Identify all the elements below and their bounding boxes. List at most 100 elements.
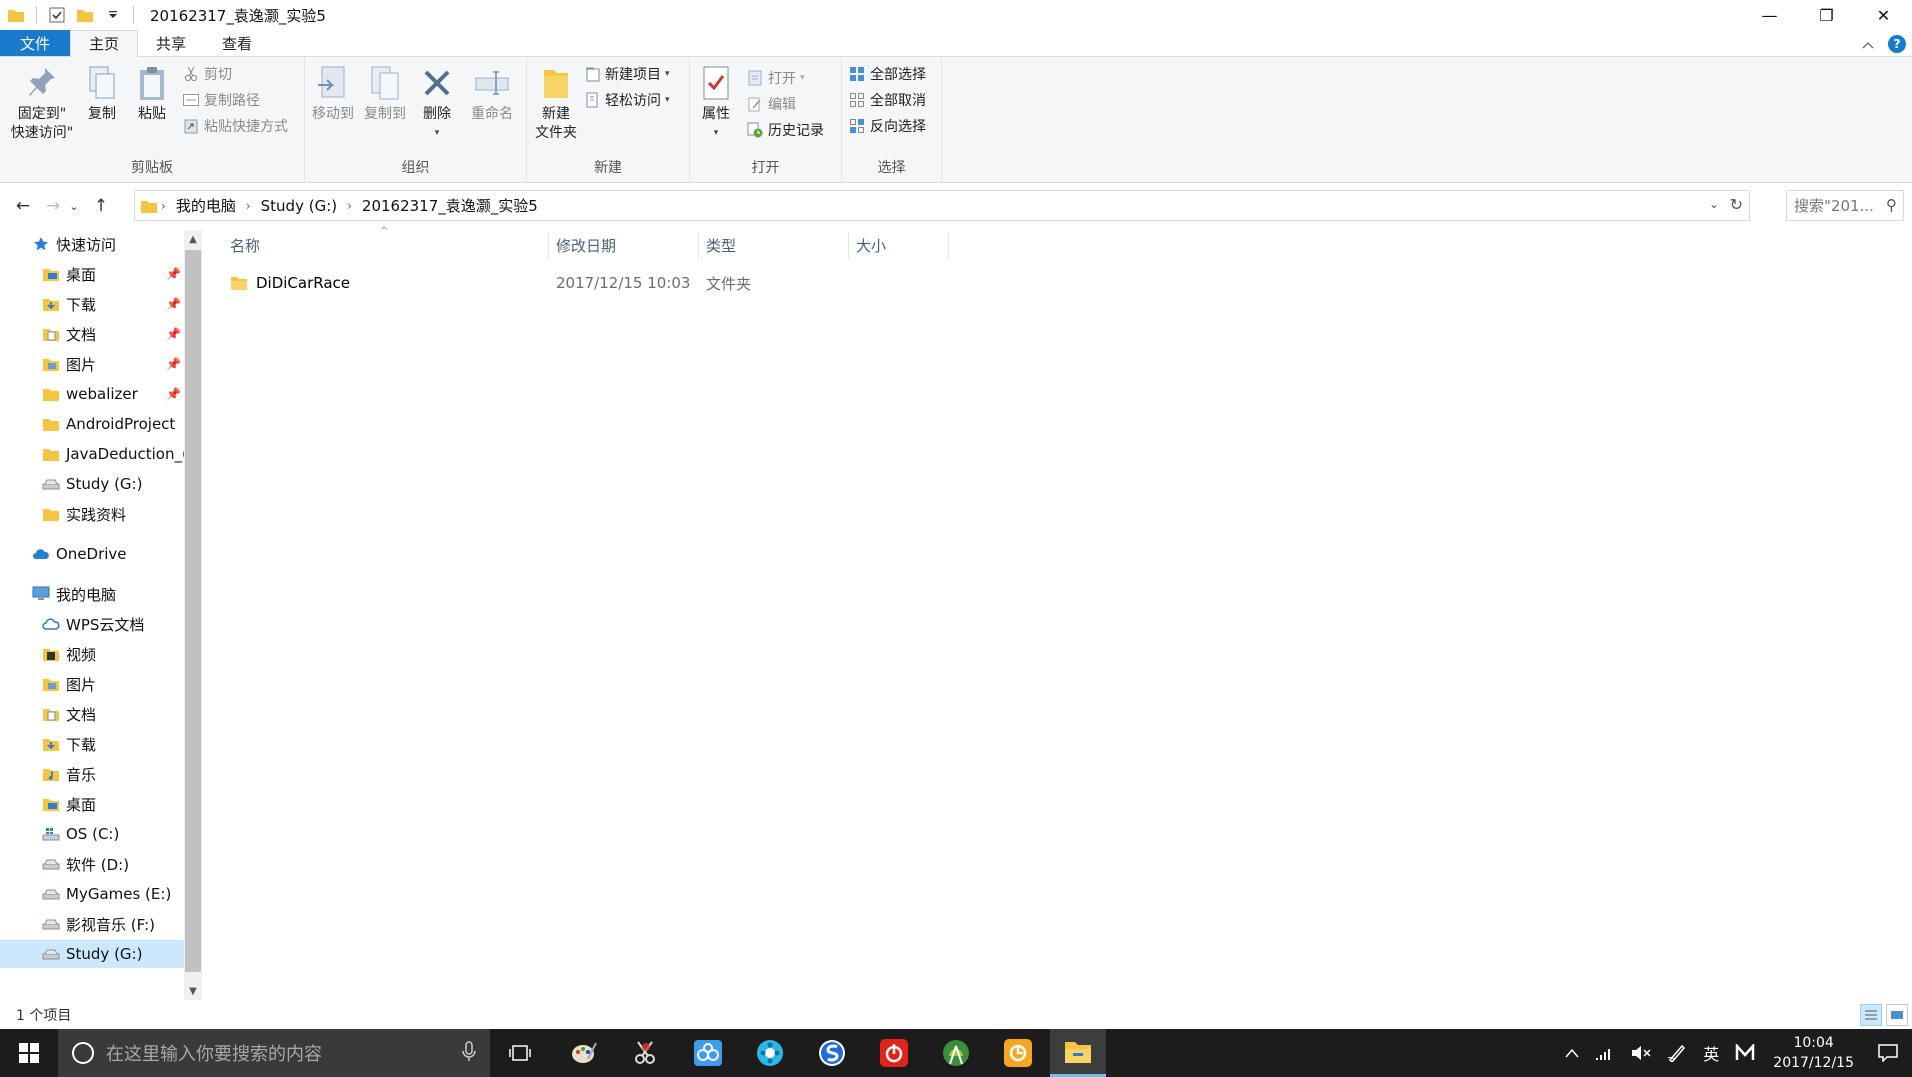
taskbar-app-snipping[interactable] — [618, 1029, 674, 1077]
nav-pc-drive-f[interactable]: 影视音乐 (F:) — [0, 910, 184, 938]
minimize-button[interactable]: — — [1741, 0, 1798, 30]
scroll-down-icon[interactable]: ▼ — [184, 982, 202, 1000]
nav-quick-pictures[interactable]: 图片 📌 — [0, 350, 184, 378]
copy-path-button[interactable]: 复制路径 — [182, 89, 260, 111]
action-center-button[interactable] — [1864, 1029, 1912, 1077]
start-button[interactable] — [0, 1029, 58, 1077]
file-row[interactable]: DiDiCarRace 2017/12/15 10:03 文件夹 — [224, 269, 1004, 297]
tab-file[interactable]: 文件 — [0, 30, 71, 56]
taskbar-app-file-explorer[interactable] — [1050, 1029, 1106, 1077]
breadcrumb-current-folder[interactable]: 20162317_袁逸灏_实验5 — [356, 195, 544, 216]
rename-button[interactable]: 重命名 — [465, 63, 519, 124]
nav-pc-pictures[interactable]: 图片 — [0, 670, 184, 698]
select-all-button[interactable]: 全部选择 — [848, 63, 926, 85]
column-header-size[interactable]: 大小 — [832, 228, 942, 262]
nav-quick-webalizer[interactable]: webalizer 📌 — [0, 380, 184, 408]
address-history-dropdown-icon[interactable]: ⌄ — [1709, 197, 1719, 211]
nav-quick-study-g[interactable]: Study (G:) — [0, 470, 184, 498]
clock[interactable]: 10:04 2017/12/15 — [1763, 1033, 1864, 1073]
taskbar-app-paint[interactable] — [556, 1029, 612, 1077]
nav-quick-access[interactable]: 快速访问 — [0, 230, 184, 258]
nav-onedrive[interactable]: OneDrive — [0, 540, 184, 568]
navigation-pane-scrollbar[interactable]: ▲ ▼ — [184, 230, 202, 1000]
history-button[interactable]: 历史记录 — [746, 119, 824, 141]
forward-button[interactable]: → — [40, 193, 66, 219]
pin-icon[interactable]: 📌 — [166, 327, 181, 341]
nav-quick-javadeduction[interactable]: JavaDeduction_( — [0, 440, 184, 468]
taskbar-search-input[interactable]: 在这里输入你要搜索的内容 — [58, 1029, 490, 1077]
nav-pc-videos[interactable]: 视频 — [0, 640, 184, 668]
delete-button[interactable]: 删除 ▾ — [417, 63, 457, 143]
taskbar-app-sogou[interactable] — [804, 1029, 860, 1077]
pin-icon[interactable]: 📌 — [166, 387, 181, 401]
paste-shortcut-button[interactable]: 粘贴快捷方式 — [182, 115, 288, 137]
tab-share[interactable]: 共享 — [138, 30, 204, 56]
pin-icon[interactable]: 📌 — [166, 267, 181, 281]
invert-selection-button[interactable]: 反向选择 — [848, 115, 926, 137]
large-icons-view-button[interactable] — [1886, 1004, 1908, 1026]
breadcrumb-drive-g[interactable]: Study (G:) — [255, 197, 343, 215]
breadcrumb-this-pc[interactable]: 我的电脑 — [170, 195, 242, 216]
pin-to-quick-access-button[interactable]: 固定到" 快速访问" — [6, 63, 78, 143]
address-bar[interactable]: › 我的电脑 › Study (G:) › 20162317_袁逸灏_实验5 ⌄… — [134, 190, 1750, 221]
nav-quick-downloads[interactable]: 下载 📌 — [0, 290, 184, 318]
copy-button[interactable]: 复制 — [82, 63, 122, 124]
up-button[interactable]: ↑ — [88, 193, 114, 219]
taskbar-app-video-player[interactable] — [742, 1029, 798, 1077]
chevron-right-icon[interactable]: › — [343, 199, 356, 213]
properties-dropdown-icon[interactable]: ▾ — [714, 124, 719, 143]
scrollbar-thumb[interactable] — [185, 250, 201, 972]
network-icon[interactable] — [1587, 1045, 1623, 1061]
search-input[interactable]: 搜索"201... ⚲ — [1786, 190, 1904, 221]
nav-pc-drive-e[interactable]: MyGames (E:) — [0, 880, 184, 908]
nav-pc-drive-g[interactable]: Study (G:) — [0, 940, 184, 968]
recent-locations-button[interactable]: ⌄ — [66, 193, 82, 219]
nav-pc-desktop[interactable]: 桌面 — [0, 790, 184, 818]
refresh-icon[interactable]: ↻ — [1730, 195, 1743, 214]
restore-button[interactable]: ❐ — [1798, 0, 1855, 30]
nav-pc-drive-d[interactable]: 软件 (D:) — [0, 850, 184, 878]
task-view-button[interactable] — [492, 1029, 548, 1077]
nav-pc-downloads[interactable]: 下载 — [0, 730, 184, 758]
new-item-button[interactable]: 新建项目 ▾ — [583, 63, 670, 85]
column-header-name[interactable]: 名称 — [206, 228, 548, 262]
pin-icon[interactable]: 📌 — [166, 357, 181, 371]
customize-dropdown-icon[interactable] — [103, 5, 123, 25]
paste-button[interactable]: 粘贴 — [132, 63, 172, 124]
show-hidden-icons-button[interactable] — [1557, 1048, 1587, 1058]
ime-mode-icon[interactable] — [1727, 1044, 1763, 1062]
nav-quick-androidproject[interactable]: AndroidProject — [0, 410, 184, 438]
taskbar-app-netease-music[interactable] — [866, 1029, 922, 1077]
cut-button[interactable]: 剪切 — [182, 63, 232, 85]
column-header-date[interactable]: 修改日期 — [532, 228, 682, 262]
pen-ink-icon[interactable] — [1659, 1044, 1695, 1062]
details-view-button[interactable] — [1860, 1004, 1882, 1026]
close-button[interactable]: ✕ — [1855, 0, 1912, 30]
easy-access-button[interactable]: 轻松访问 ▾ — [583, 89, 670, 111]
column-header-type[interactable]: 类型 — [682, 228, 832, 262]
properties-check-icon[interactable] — [47, 5, 67, 25]
microphone-icon[interactable] — [462, 1041, 476, 1068]
help-icon[interactable]: ? — [1888, 34, 1906, 53]
select-none-button[interactable]: 全部取消 — [848, 89, 926, 111]
scroll-up-icon[interactable]: ▲ — [184, 230, 202, 248]
input-method-indicator[interactable]: 英 — [1695, 1041, 1727, 1065]
properties-button[interactable]: 属性 ▾ — [694, 63, 738, 143]
nav-pc-documents[interactable]: 文档 — [0, 700, 184, 728]
tab-view[interactable]: 查看 — [204, 30, 270, 56]
pin-icon[interactable]: 📌 — [166, 297, 181, 311]
taskbar-app-baidu-netdisk[interactable] — [680, 1029, 736, 1077]
edit-button[interactable]: 编辑 — [746, 93, 796, 115]
nav-pc-drive-c[interactable]: OS (C:) — [0, 820, 184, 848]
taskbar-app-android-studio[interactable] — [928, 1029, 984, 1077]
volume-muted-icon[interactable] — [1623, 1045, 1659, 1061]
nav-pc-music[interactable]: 音乐 — [0, 760, 184, 788]
back-button[interactable]: ← — [10, 193, 36, 219]
chevron-right-icon[interactable]: › — [242, 199, 255, 213]
nav-quick-documents[interactable]: 文档 📌 — [0, 320, 184, 348]
open-button[interactable]: 打开 ▾ — [746, 67, 805, 89]
new-folder-icon[interactable] — [75, 5, 95, 25]
move-to-button[interactable]: 移动到 — [309, 63, 357, 124]
nav-this-pc[interactable]: 我的电脑 — [0, 580, 184, 608]
column-divider[interactable] — [948, 232, 949, 260]
